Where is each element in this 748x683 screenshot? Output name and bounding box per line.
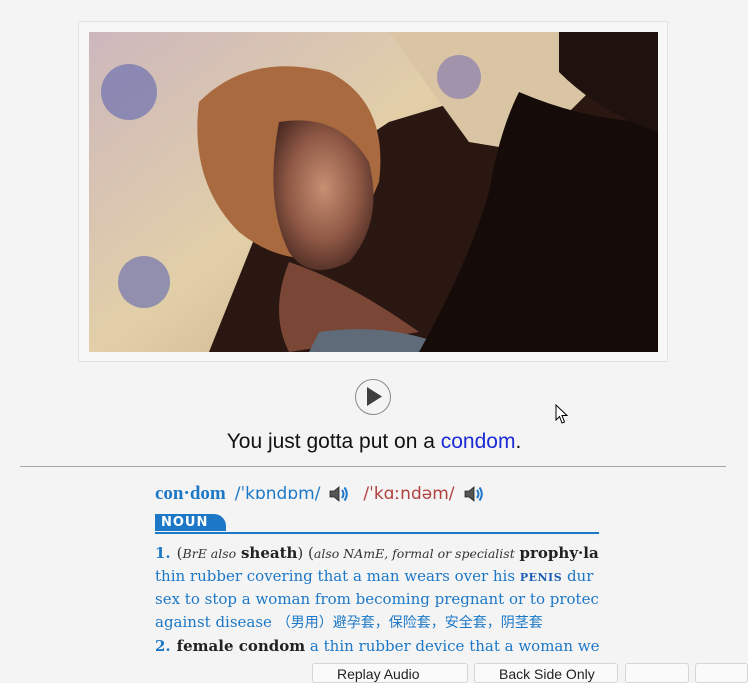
sense-number: 1. xyxy=(155,544,171,562)
sense-2: 2. female condom a thin rubber device tha… xyxy=(155,635,599,658)
divider xyxy=(20,466,726,467)
cross-reference-link[interactable]: penis xyxy=(520,567,562,585)
caption-text-after: . xyxy=(515,430,522,453)
sense-1-definition-end: against disease （男用）避孕套，保险套，安全套，阴茎套 xyxy=(155,613,543,631)
bottom-button-bar: Replay Audio Back Side Only xyxy=(0,663,748,683)
sense-2-term: female condom xyxy=(176,637,306,655)
sense-1: 1. (BrE also sheath) (also NAmE, formal o… xyxy=(155,542,599,635)
headword-row: con·dom /ˈkɒndɒm/ /ˈkɑːndəm/ xyxy=(155,478,599,510)
chinese-translation: （男用）避孕套，保险套，安全套，阴茎套 xyxy=(276,615,543,631)
speaker-icon[interactable] xyxy=(463,484,485,504)
play-icon xyxy=(367,387,382,406)
toolbar-button[interactable] xyxy=(625,663,689,683)
back-side-only-button[interactable]: Back Side Only xyxy=(474,663,618,683)
label-bre-also: BrE also xyxy=(182,546,237,561)
sense-1-definition: thin rubber covering that a man wears ov… xyxy=(155,567,594,585)
caption-highlighted-word: condom xyxy=(440,430,516,453)
sense-2-definition: a thin rubber device that a woman wear xyxy=(309,637,599,655)
toolbar-button[interactable] xyxy=(695,663,748,683)
phonetic-bre: /ˈkɒndɒm/ xyxy=(234,484,321,504)
label-name-also: also NAmE, formal or specialist xyxy=(313,546,515,561)
video-still[interactable] xyxy=(89,32,658,352)
caption-sentence: You just gotta put on a condom. xyxy=(0,430,748,454)
replay-audio-button[interactable]: Replay Audio xyxy=(312,663,468,683)
video-frame xyxy=(78,21,668,362)
speaker-icon[interactable] xyxy=(328,484,350,504)
dictionary-entry: con·dom /ˈkɒndɒm/ /ˈkɑːndəm/ NOUN 1. (BrE… xyxy=(155,478,599,674)
variant-sheath: sheath xyxy=(240,544,298,562)
play-audio-button[interactable] xyxy=(355,379,391,415)
phonetic-name: /ˈkɑːndəm/ xyxy=(363,484,455,504)
video-image xyxy=(89,32,658,352)
part-of-speech-badge: NOUN xyxy=(155,514,227,531)
sense-1-line: 1. (BrE also sheath) (also NAmE, formal o… xyxy=(155,542,599,565)
mouse-cursor-icon xyxy=(555,404,569,424)
caption-text-before: You just gotta put on a xyxy=(226,430,441,453)
sense-number: 2. xyxy=(155,637,171,655)
headword: con·dom xyxy=(155,483,226,504)
replay-audio-label: Replay Audio xyxy=(337,666,420,682)
variant-prophylactic: prophy·lac·ti xyxy=(519,544,599,562)
part-of-speech-bar: NOUN xyxy=(155,512,599,534)
back-side-only-label: Back Side Only xyxy=(499,666,595,682)
sense-1-definition-cont: sex to stop a woman from becoming pregna… xyxy=(155,590,599,608)
